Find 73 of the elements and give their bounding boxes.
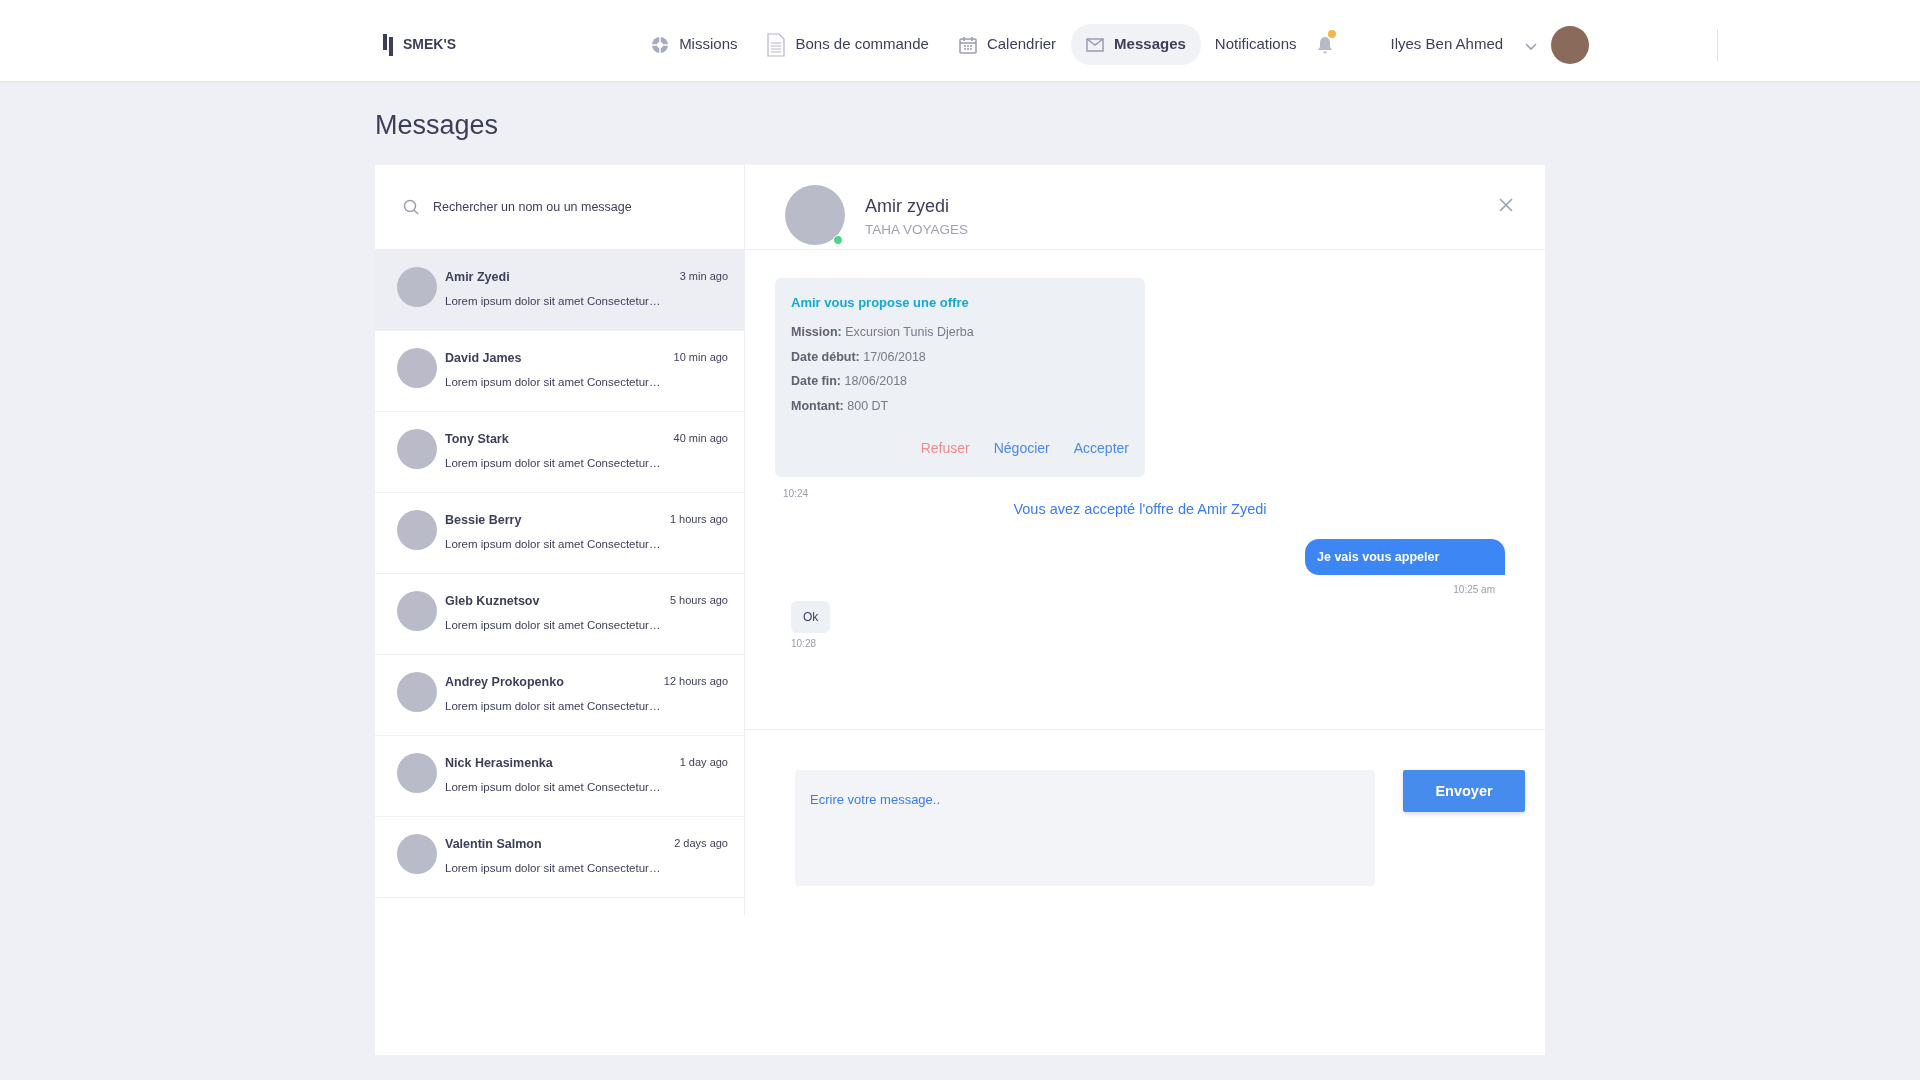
message-time: 10:24 xyxy=(783,486,809,501)
message-preview: Lorem ipsum dolor sit amet Consectetur… xyxy=(445,699,662,715)
company-name: TAHA VOYAGES xyxy=(865,221,969,240)
search-icon xyxy=(403,199,419,216)
calendar-icon xyxy=(958,35,977,54)
bell-icon xyxy=(1316,36,1333,55)
conversation-item[interactable]: Gleb Kuznetsov 5 hours ago Lorem ipsum dolor sit amet Consectetur… xyxy=(375,574,744,656)
contact-name: Amir Zyedi xyxy=(445,269,510,287)
conversation-item[interactable]: Andrey Prokopenko 12 hours ago Lorem ipsum dolor sit amet Consectetur… xyxy=(375,655,744,737)
message-preview: Lorem ipsum dolor sit amet Consectetur… xyxy=(445,375,662,391)
nav-link[interactable]: Missions xyxy=(636,24,753,65)
nav-link[interactable]: Messages xyxy=(1071,24,1201,65)
document-icon xyxy=(767,32,786,57)
message-time: 1 day ago xyxy=(679,755,728,771)
offer-detail: Mission: Excursion Tunis Djerba xyxy=(791,323,975,341)
conversation-item[interactable]: Nick Herasimenka 1 day ago Lorem ipsum dolor sit amet Consectetur… xyxy=(375,736,744,818)
avatar-placeholder xyxy=(397,834,437,875)
message-preview: Lorem ipsum dolor sit amet Consectetur… xyxy=(445,456,662,472)
contact-name: Bessie Berry xyxy=(445,512,522,530)
system-notice: Vous avez accepté l'offre de Amir Zyedi xyxy=(1013,500,1267,517)
message-time: 3 min ago xyxy=(679,269,728,285)
message-preview: Lorem ipsum dolor sit amet Consectetur… xyxy=(445,618,662,634)
avatar-placeholder xyxy=(397,591,437,632)
offer-detail: Date fin: 18/06/2018 xyxy=(791,373,909,391)
close-icon xyxy=(1499,197,1513,212)
contact-name: Amir zyedi xyxy=(865,195,950,219)
chevron-down-icon xyxy=(1525,42,1538,51)
avatar-placeholder xyxy=(397,429,437,470)
contact-name: David James xyxy=(445,350,522,368)
offer-title: Amir vous propose une offre xyxy=(791,294,970,313)
avatar-placeholder xyxy=(397,753,437,794)
message-time: 12 hours ago xyxy=(663,674,728,690)
notifications-link[interactable]: Notifications xyxy=(1214,33,1297,56)
contact-name: Valentin Salmon xyxy=(445,836,542,854)
message-preview: Lorem ipsum dolor sit amet Consectetur… xyxy=(445,861,662,877)
conversation-item[interactable]: Bessie Berry 1 hours ago Lorem ipsum dolor sit amet Consectetur… xyxy=(375,493,744,575)
envelope-icon xyxy=(1086,37,1105,52)
contact-name: Gleb Kuznetsov xyxy=(445,593,540,611)
message-time: 10:28 xyxy=(791,637,817,652)
message-preview: Lorem ipsum dolor sit amet Consectetur… xyxy=(445,537,662,553)
logo-icon xyxy=(383,33,395,56)
globe-icon xyxy=(651,35,670,54)
message-input[interactable]: Ecrire votre message.. xyxy=(795,770,1375,887)
offer-detail: Date début: 17/06/2018 xyxy=(791,348,927,366)
message-preview: Lorem ipsum dolor sit amet Consectetur… xyxy=(445,294,662,310)
avatar-placeholder xyxy=(785,185,845,246)
message-time: 10:25 am xyxy=(1453,583,1495,598)
conversation-item[interactable]: Amir Zyedi 3 min ago Lorem ipsum dolor sit amet Consectetur… xyxy=(375,250,744,332)
user-name[interactable]: Ilyes Ben Ahmed xyxy=(1390,33,1504,56)
nav-link[interactable]: Calendrier xyxy=(943,24,1072,65)
conversation-item[interactable]: Valentin Salmon 2 days ago Lorem ipsum dolor sit amet Consectetur… xyxy=(375,817,744,899)
contact-name: Nick Herasimenka xyxy=(445,755,553,773)
message-time: 10 min ago xyxy=(673,350,728,366)
message-bubble: Ok xyxy=(791,601,831,634)
avatar-placeholder xyxy=(397,672,437,713)
message-bubble: Je vais vous appeler xyxy=(1305,538,1505,576)
message-time: 40 min ago xyxy=(673,431,728,447)
nav-link[interactable]: Bons de commande xyxy=(752,23,944,66)
conversation-item[interactable]: David James 10 min ago Lorem ipsum dolor sit amet Consectetur… xyxy=(375,331,744,413)
avatar-placeholder xyxy=(397,267,437,308)
message-time: 1 hours ago xyxy=(669,512,728,528)
message-preview: Lorem ipsum dolor sit amet Consectetur… xyxy=(445,780,662,796)
offer-detail: Montant: 800 DT xyxy=(791,398,890,416)
avatar-placeholder xyxy=(397,348,437,389)
message-time: 2 days ago xyxy=(674,836,728,852)
conversation-item[interactable]: Tony Stark 40 min ago Lorem ipsum dolor sit amet Consectetur… xyxy=(375,412,744,494)
brand-name: SMEK'S xyxy=(403,35,457,54)
contact-name: Tony Stark xyxy=(445,431,509,449)
avatar-placeholder[interactable] xyxy=(1551,25,1590,64)
contact-name: Andrey Prokopenko xyxy=(445,674,564,692)
avatar-placeholder xyxy=(397,510,437,551)
page-title: Messages xyxy=(375,109,500,142)
message-time: 5 hours ago xyxy=(669,593,728,609)
